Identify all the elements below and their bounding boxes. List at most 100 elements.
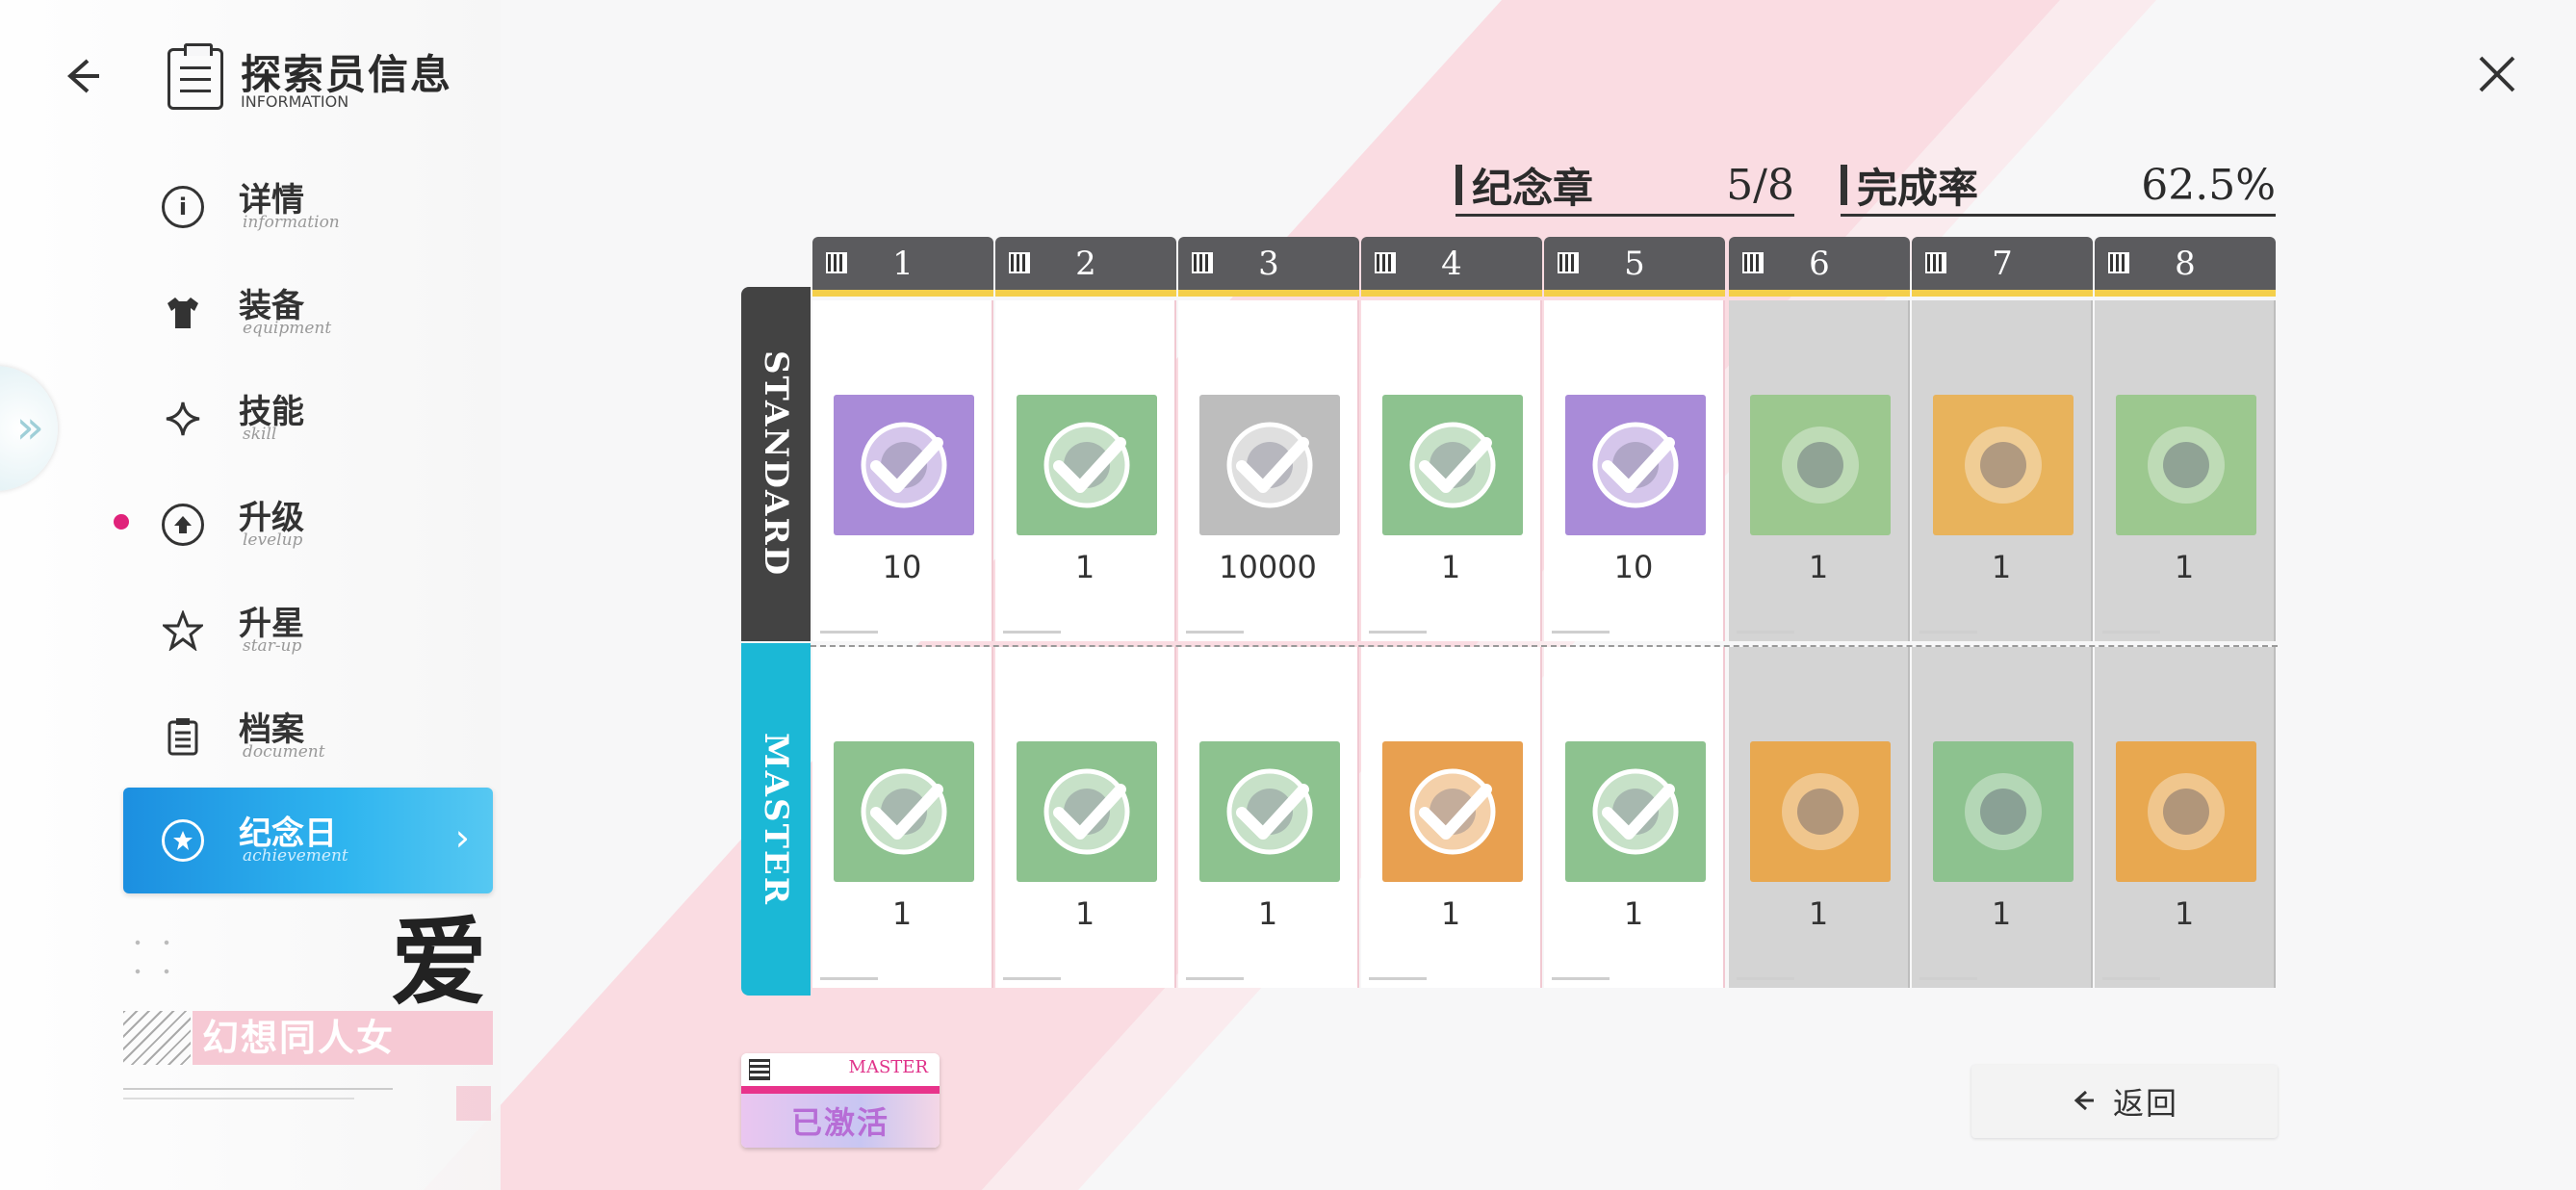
sidebar-item-equipment[interactable]: 装备 equipment xyxy=(144,270,491,356)
pink-creature-icon xyxy=(1199,741,1340,882)
stat-label: 完成率 xyxy=(1857,164,1979,212)
item-quantity: 1 xyxy=(1808,549,1829,585)
activation-badge[interactable]: MASTER 已激活 xyxy=(741,1053,940,1148)
achievement-cell[interactable]: 1 xyxy=(1912,647,2093,988)
achievement-cell[interactable]: 1 xyxy=(2095,647,2276,988)
achievement-cell[interactable]: 1 xyxy=(2095,300,2276,641)
achievement-cell[interactable]: 1 xyxy=(1912,300,2093,641)
checkmark-icon xyxy=(1409,422,1496,508)
achievement-cell[interactable]: 1 xyxy=(1361,647,1542,988)
column-number: 4 xyxy=(1441,245,1462,283)
close-icon[interactable] xyxy=(2468,50,2526,108)
notification-dot xyxy=(114,514,129,530)
checkmark-icon xyxy=(1592,768,1679,855)
sidebar-item-document[interactable]: 档案 document xyxy=(144,693,491,780)
column-header: 5 xyxy=(1544,237,1725,297)
checkmark-icon xyxy=(1226,422,1313,508)
badge-header: MASTER xyxy=(741,1053,940,1086)
document-icon xyxy=(162,715,204,758)
badge-body: 已激活 xyxy=(741,1094,940,1148)
back-arrow-icon xyxy=(2071,1082,2096,1122)
cell-footer xyxy=(1003,631,1061,634)
item-quantity: 1 xyxy=(1808,895,1829,932)
achievement-cell[interactable]: 1 xyxy=(995,300,1176,641)
checkmark-icon xyxy=(861,768,947,855)
cell-footer xyxy=(1186,631,1244,634)
sidebar-item-skill[interactable]: 技能 skill xyxy=(144,375,491,462)
return-button[interactable]: 返回 xyxy=(1971,1065,2278,1138)
achievement-cell[interactable]: 1 xyxy=(812,647,993,988)
item-quantity: 1 xyxy=(2174,895,2195,932)
stat-bar xyxy=(1841,165,1847,205)
column-number: 1 xyxy=(892,245,914,283)
column-header: 3 xyxy=(1178,237,1359,297)
stat-label: 纪念章 xyxy=(1472,164,1594,212)
item-quantity: 1 xyxy=(1991,895,2012,932)
purple-emblem-icon xyxy=(1565,395,1706,535)
column-header: 1 xyxy=(812,237,993,297)
badge-tag: MASTER xyxy=(848,1057,928,1077)
achievement-cell[interactable]: 1 xyxy=(1178,647,1359,988)
column-number: 3 xyxy=(1258,245,1279,283)
decorative-character: 爱 xyxy=(391,905,487,1019)
checkmark-icon xyxy=(1226,768,1313,855)
cell-footer xyxy=(2102,631,2160,634)
page-subtitle: INFORMATION xyxy=(241,92,349,111)
item-quantity: 1 xyxy=(1074,549,1095,585)
decorative-fine-print xyxy=(123,1082,412,1099)
sidebar-item-starup[interactable]: 升星 star-up xyxy=(144,587,491,674)
checkmark-icon xyxy=(861,422,947,508)
cell-footer xyxy=(1737,977,1794,980)
achievement-cell[interactable]: 1 xyxy=(1729,647,1910,988)
item-quantity: 1 xyxy=(1257,895,1278,932)
cell-footer xyxy=(1552,631,1610,634)
decorative-stamp xyxy=(456,1086,491,1121)
shirt-icon xyxy=(162,292,204,334)
stat-bar xyxy=(1455,165,1462,205)
item-quantity: 1 xyxy=(1623,895,1644,932)
sticker-character-icon xyxy=(1017,395,1157,535)
achievement-cell[interactable]: 10 xyxy=(1544,300,1725,641)
achievement-cell[interactable]: 1 xyxy=(1361,300,1542,641)
sticker-character-icon xyxy=(1382,395,1523,535)
gold-coin-icon xyxy=(1199,395,1340,535)
sidebar-item-levelup[interactable]: 升级 levelup xyxy=(144,481,491,568)
achievement-cell[interactable]: 1 xyxy=(1729,300,1910,641)
plant-icon xyxy=(1017,741,1157,882)
column-header: 2 xyxy=(995,237,1176,297)
column-number: 8 xyxy=(2175,245,2196,283)
item-quantity: 1 xyxy=(2174,549,2195,585)
achievement-cell[interactable]: 1 xyxy=(1544,647,1725,988)
achievement-cell[interactable]: 10000 xyxy=(1178,300,1359,641)
column-number: 6 xyxy=(1809,245,1830,283)
star-icon xyxy=(162,609,204,652)
achievement-cell[interactable]: 1 xyxy=(995,647,1176,988)
chevron-right-icon: › xyxy=(454,816,470,859)
column-header: 6 xyxy=(1729,237,1910,297)
sidebar-item-sublabel: skill xyxy=(243,425,277,444)
upgrade-icon xyxy=(162,504,204,546)
badge-stripe xyxy=(741,1086,940,1094)
qr-code-icon xyxy=(749,1059,770,1080)
column-header: 7 xyxy=(1912,237,2093,297)
cell-footer xyxy=(1369,977,1427,980)
cell-footer xyxy=(2102,977,2160,980)
cell-footer xyxy=(820,631,878,634)
purple-emblem-icon xyxy=(834,395,974,535)
completion-rate-stat: 完成率 62.5% xyxy=(1841,156,2276,217)
book-icon xyxy=(1750,741,1891,882)
badge-status: 已激活 xyxy=(790,1104,889,1141)
sidebar-item-sublabel: star-up xyxy=(243,636,302,656)
cell-footer xyxy=(1186,977,1244,980)
chat-sticker-icon xyxy=(1750,395,1891,535)
achievement-cell[interactable]: 10 xyxy=(812,300,993,641)
sidebar-item-achievement[interactable]: 纪念日 achievement › xyxy=(123,788,493,893)
column-header: 4 xyxy=(1361,237,1542,297)
sidebar-item-info[interactable]: i 详情 information xyxy=(144,164,491,250)
clipboard-icon xyxy=(167,43,223,110)
row-label-text: MASTER xyxy=(757,732,795,907)
cell-footer xyxy=(1552,977,1610,980)
decorative-hatch xyxy=(123,1011,191,1065)
back-arrow-icon[interactable] xyxy=(58,52,106,100)
row-label: MASTER xyxy=(741,643,811,996)
